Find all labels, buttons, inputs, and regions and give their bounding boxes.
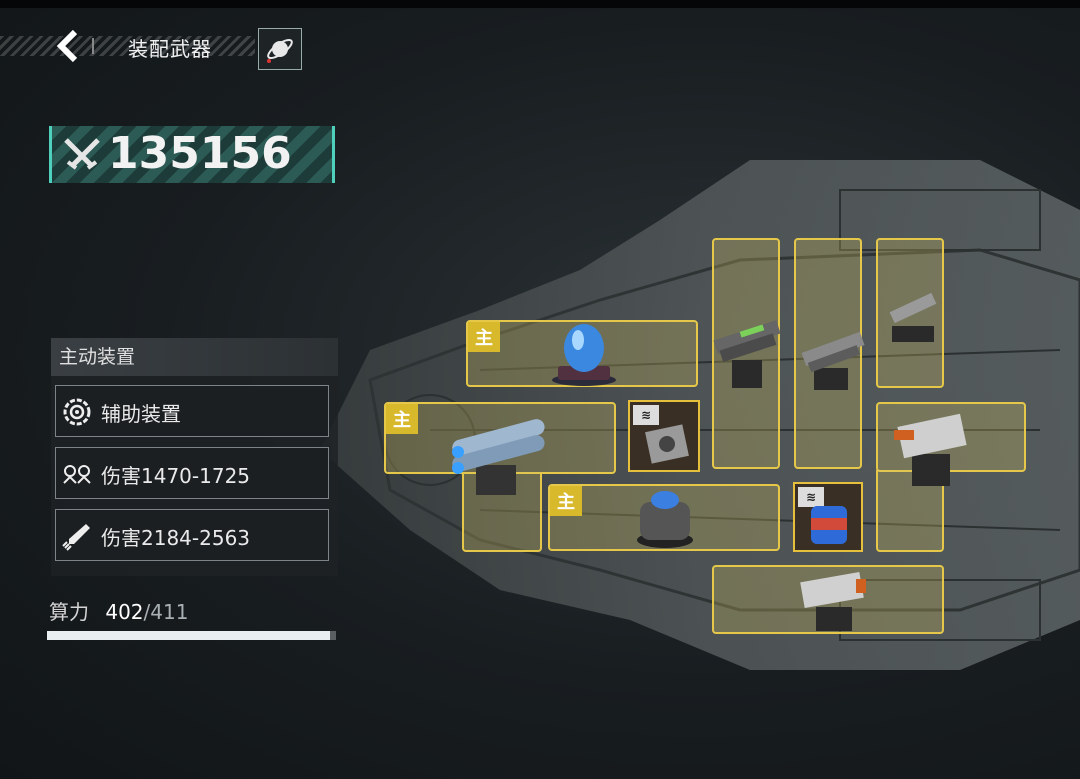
weapon-slot-tall-1[interactable]	[712, 238, 781, 469]
missile-icon	[62, 524, 90, 551]
page-title: 装配武器	[128, 37, 212, 61]
combat-power-value: 135156	[108, 128, 292, 179]
heavy-turret-icon	[894, 413, 967, 486]
top-edge-strip	[0, 0, 1080, 8]
compute-current: 402	[105, 600, 144, 624]
device-row-missile[interactable]: 伤害2184-2563	[55, 509, 329, 561]
weapon-slot-tall-2[interactable]	[794, 238, 865, 469]
planet-icon	[267, 38, 293, 63]
device-row-auxiliary[interactable]: 辅助装置	[55, 385, 329, 437]
planet-button[interactable]	[258, 28, 302, 70]
device-label: 辅助装置	[101, 402, 181, 426]
weapon-slot-main-3[interactable]: 主	[548, 484, 780, 551]
weapon-slot-tall-3[interactable]	[876, 238, 944, 388]
header-separator	[92, 38, 94, 54]
gun-turret-icon	[889, 292, 937, 342]
weapon-slot-bottom[interactable]	[712, 565, 944, 634]
active-device-panel: 主动装置 辅助装置 伤害1470-1725 伤害2184-2563	[51, 338, 338, 576]
crossed-swords-icon	[64, 138, 100, 170]
compute-label: 算力 402/411	[49, 596, 188, 625]
module-card-1[interactable]: ≋	[628, 400, 700, 472]
chevron-left-icon	[56, 29, 78, 63]
main-slot-badge: 主	[550, 486, 582, 516]
device-label: 伤害1470-1725	[101, 464, 251, 488]
turret-core-icon	[637, 491, 693, 548]
main-slot-badge: 主	[386, 404, 418, 434]
double-cannon-icon	[800, 571, 866, 631]
shield-generator-icon	[552, 324, 616, 386]
compute-max: 411	[150, 600, 189, 624]
compute-title: 算力	[49, 600, 89, 624]
header: 装配武器	[0, 28, 302, 70]
compute-progress-fill	[47, 631, 330, 640]
back-button[interactable]	[48, 28, 88, 64]
crosshair-gear-icon	[63, 398, 91, 426]
compute-progress-bar	[47, 631, 336, 640]
module-card-2[interactable]: ≋	[793, 482, 863, 552]
twin-missile-launcher-icon	[452, 419, 545, 495]
active-device-list: 辅助装置 伤害1470-1725 伤害2184-2563	[51, 376, 338, 576]
weapon-slot-main-1[interactable]: 主	[466, 320, 698, 387]
railgun-turret-icon	[713, 320, 781, 388]
drones-icon	[63, 465, 91, 484]
chip-module-icon	[645, 424, 689, 464]
device-row-drones[interactable]: 伤害1470-1725	[55, 447, 329, 499]
main-slot-badge: 主	[468, 322, 500, 352]
canister-module-icon	[811, 506, 847, 544]
active-device-title: 主动装置	[51, 338, 338, 376]
cannon-turret-icon	[801, 331, 865, 390]
device-label: 伤害2184-2563	[101, 526, 251, 550]
